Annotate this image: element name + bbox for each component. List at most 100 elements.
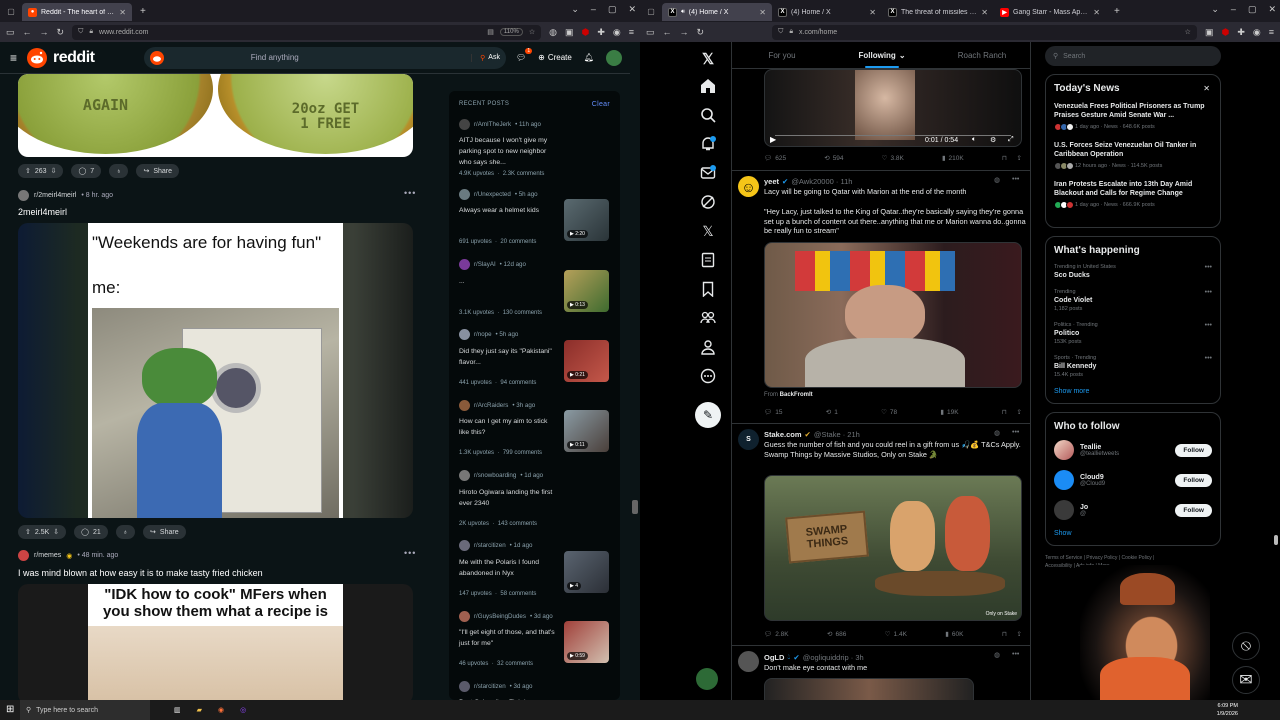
minimize-icon[interactable]: –: [591, 4, 596, 15]
menu-icon[interactable]: ≡: [629, 27, 634, 37]
bookmark-icon[interactable]: ⊓: [1002, 408, 1007, 416]
account-icon[interactable]: ◉: [613, 27, 621, 38]
reload-icon[interactable]: ↻: [697, 27, 705, 38]
tab-roach-ranch[interactable]: Roach Ranch: [932, 42, 1030, 68]
task-view-icon[interactable]: ▥: [174, 706, 181, 714]
minimize-icon[interactable]: –: [1231, 4, 1236, 15]
account-avatar[interactable]: [696, 668, 718, 690]
recent-post-thumbnail[interactable]: ▶ 4: [564, 550, 609, 593]
reply-button[interactable]: 💬︎ 15: [764, 408, 783, 417]
reply-button[interactable]: 💬︎ 2.8K: [764, 630, 789, 639]
recent-post-title[interactable]: "I'll get eight of those, and that's jus…: [459, 627, 559, 649]
sidebar-toggle-icon[interactable]: ▭: [646, 27, 655, 38]
trend-item[interactable]: Trending in United States Sco Ducks •••: [1054, 264, 1212, 279]
recent-post-item[interactable]: r/nope • 5h ago Did they just say its "Pak…: [459, 329, 611, 386]
post3-image[interactable]: "IDK how to cook" MFers when you show th…: [18, 584, 413, 700]
account-icon[interactable]: ◉: [1253, 27, 1261, 38]
recent-post-subreddit[interactable]: r/GuysBeingDudes: [474, 613, 526, 620]
tweet1-author-name[interactable]: yeet: [764, 177, 779, 186]
extension-icon[interactable]: ◍: [549, 27, 557, 38]
communities-icon[interactable]: [700, 310, 716, 326]
close-icon[interactable]: ✕: [1203, 84, 1210, 93]
follow-name[interactable]: Cloud9: [1080, 474, 1105, 481]
tweet2-author-name[interactable]: Stake.com: [764, 430, 802, 439]
follow-name[interactable]: Jo: [1080, 504, 1088, 511]
reddit-logo[interactable]: reddit: [27, 47, 95, 68]
follow-suggestion[interactable]: Teallie @teallietweets Follow: [1054, 440, 1212, 460]
follow-suggestion[interactable]: Jo @ Follow: [1054, 500, 1212, 520]
tweet2-handle[interactable]: @Stake · 21h: [814, 430, 860, 439]
recent-post-item[interactable]: r/GuysBeingDudes • 3d ago "I'll get eight …: [459, 610, 611, 667]
grok-tweet-icon[interactable]: ◍: [994, 429, 1000, 437]
recent-post-title[interactable]: Hiroto Ogiwara landing the first ever 23…: [459, 487, 559, 509]
tweet2-image[interactable]: SWAMP THINGS Only on Stake: [764, 475, 1022, 621]
show-more-trends-link[interactable]: Show more: [1054, 388, 1212, 395]
close-window-icon[interactable]: ✕: [628, 4, 636, 15]
repost-button[interactable]: ⟲ 594: [824, 154, 843, 163]
follow-name[interactable]: Teallie: [1080, 444, 1119, 451]
reply-button[interactable]: 💬︎ 625: [764, 154, 786, 163]
taskbar-search[interactable]: ⚲ Type here to search: [20, 700, 150, 720]
tweet3-author-name[interactable]: OgLD: [764, 653, 784, 662]
sidebar-toggle-icon[interactable]: ▭: [6, 27, 15, 38]
tweet1-handle[interactable]: @Awk20000 · 11h: [791, 177, 852, 186]
trend-item[interactable]: Trending Code Violet 1,182 posts •••: [1054, 289, 1212, 312]
share-icon[interactable]: ⇪: [1017, 408, 1022, 416]
tab-x-home-1[interactable]: X 🔊︎ (4) Home / X ✕: [662, 3, 772, 21]
tweet-more-icon[interactable]: •••: [1012, 651, 1019, 658]
tweet2-avatar[interactable]: S: [738, 429, 759, 450]
lists-icon[interactable]: [700, 252, 716, 268]
new-tab-icon[interactable]: +: [140, 6, 146, 17]
tab-missiles-article[interactable]: X The threat of missiles and ✕: [882, 3, 994, 21]
grok-float-button[interactable]: ⦸: [1232, 632, 1260, 660]
chat-icon[interactable]: 💬︎ 1: [516, 48, 533, 62]
audio-playing-icon[interactable]: 🔊︎: [681, 9, 685, 16]
close-tab-icon[interactable]: ✕: [981, 8, 988, 17]
tweet0-video[interactable]: ▶ 0:01 / 0:54 🔈︎ ⚙ ⤢: [764, 69, 1022, 147]
tweet3-handle[interactable]: @ogliquiddrip · 3h: [803, 653, 864, 662]
recent-post-title[interactable]: Always wear a helmet kids: [459, 205, 559, 216]
tab-youtube[interactable]: ▶ Gang Starr - Mass Appeal - You ✕: [994, 3, 1106, 21]
grok-icon[interactable]: [700, 194, 716, 210]
post2-comments-button[interactable]: ◯ 21: [74, 525, 108, 539]
obs-icon[interactable]: ◎: [240, 706, 246, 714]
views-button[interactable]: ▮ 60K: [945, 630, 963, 639]
x-search-bar[interactable]: ⚲ Search: [1045, 46, 1221, 66]
post2-vote-pill[interactable]: ⇧ 2.5K ⇩: [18, 525, 67, 539]
bookmarks-icon[interactable]: [700, 281, 716, 297]
recent-post-item[interactable]: r/AmITheJerk • 11h ago AITJ because I won'…: [459, 118, 611, 177]
extensions-icon[interactable]: ✚: [597, 27, 605, 38]
downvote-icon[interactable]: ⇩: [53, 528, 59, 536]
more-icon[interactable]: [700, 368, 716, 384]
follow-avatar[interactable]: [1054, 500, 1074, 520]
tweet1-avatar[interactable]: ☺: [738, 176, 759, 197]
volume-icon[interactable]: 🔈︎: [972, 136, 976, 144]
clear-recent-button[interactable]: Clear: [592, 101, 610, 108]
share-icon[interactable]: ⇪: [1017, 630, 1022, 638]
address-bar[interactable]: ⛉ 🔒︎ x.com/home ☆: [772, 24, 1197, 40]
premium-x-icon[interactable]: 𝕏: [700, 223, 716, 239]
bookmark-icon[interactable]: ⊓: [1002, 630, 1007, 638]
home-icon[interactable]: [700, 78, 716, 94]
trend-item[interactable]: Sports · Trending Bill Kennedy 15.4K posts…: [1054, 355, 1212, 378]
post1-share-button[interactable]: ↪ Share: [136, 164, 179, 178]
explore-search-icon[interactable]: [700, 107, 716, 123]
dropdown-icon[interactable]: ⌄: [571, 4, 579, 15]
recent-post-title[interactable]: Did they just say its "Pakistani" flavor…: [459, 346, 559, 368]
tweet3-avatar[interactable]: [738, 651, 759, 672]
tweet-more-icon[interactable]: •••: [1012, 176, 1019, 183]
close-tab-icon[interactable]: ✕: [1093, 8, 1100, 17]
recent-post-title[interactable]: AITJ because I won't give my parking spo…: [459, 135, 559, 168]
tab-for-you[interactable]: For you: [732, 42, 832, 68]
windows-start-icon[interactable]: ⊞: [6, 704, 14, 715]
post2-subreddit[interactable]: r/2meirl4meirl: [34, 192, 76, 199]
notifications-bell-icon[interactable]: 🔔︎: [584, 53, 594, 62]
news-item[interactable]: Iran Protests Escalate into 13th Day Ami…: [1054, 180, 1212, 209]
follow-button[interactable]: Follow: [1175, 473, 1212, 487]
like-button[interactable]: ♡ 78: [881, 408, 897, 417]
follow-avatar[interactable]: [1054, 440, 1074, 460]
trend-item[interactable]: Politics · Trending Politico 153K posts •••: [1054, 322, 1212, 345]
bookmark-star-icon[interactable]: ☆: [1185, 28, 1191, 36]
pocket-icon[interactable]: ▣: [565, 27, 574, 38]
create-button[interactable]: ⊕ Create: [538, 53, 572, 62]
